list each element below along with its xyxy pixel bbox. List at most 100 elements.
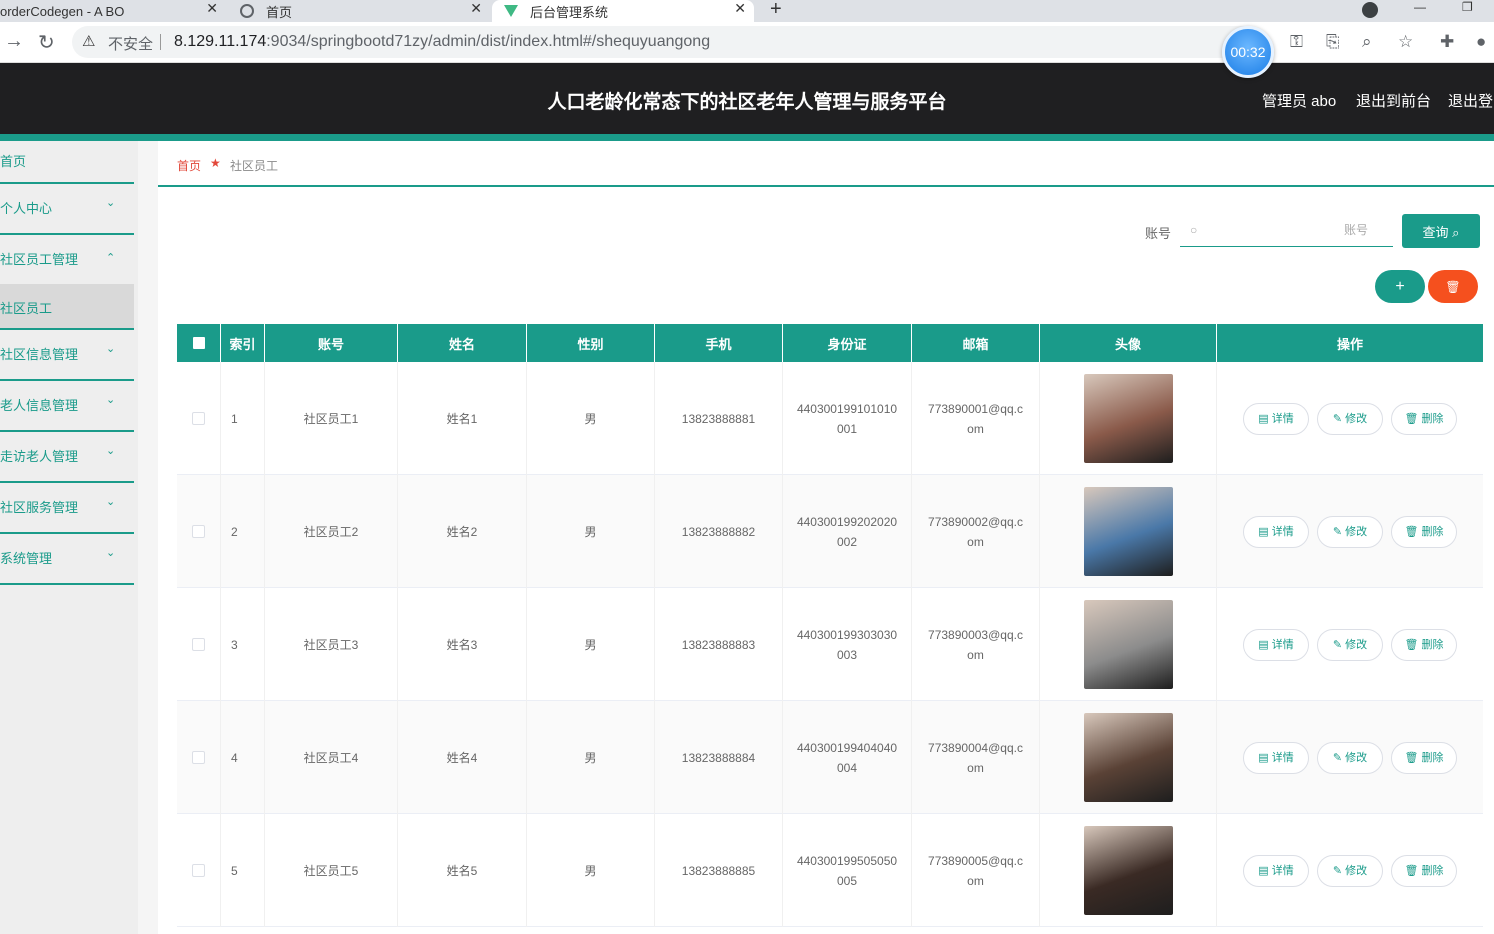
sidebar-item-profile[interactable]: 个人中心 ⌄ <box>0 184 134 235</box>
delete-button[interactable]: 🗑 删除 <box>1391 515 1457 548</box>
zoom-icon[interactable]: ⌕ <box>1362 32 1372 52</box>
recording-timer[interactable]: 00:32 <box>1222 26 1274 78</box>
add-button[interactable]: + <box>1375 270 1425 303</box>
delete-button[interactable]: 🗑 删除 <box>1391 854 1457 887</box>
row-name: 姓名2 <box>446 524 478 539</box>
row-account: 社区员工1 <box>303 411 359 426</box>
row-name: 姓名3 <box>446 637 478 652</box>
detail-button[interactable]: ▤ 详情 <box>1243 741 1309 774</box>
minimize-icon[interactable]: — <box>1414 0 1426 14</box>
column-header[interactable]: 手机 <box>655 324 783 362</box>
column-header[interactable]: 姓名 <box>398 324 527 362</box>
batch-delete-button[interactable]: 🗑 <box>1428 270 1478 303</box>
select-all-checkbox[interactable] <box>192 337 205 349</box>
row-id-card: 440300199303030 003 <box>797 625 897 665</box>
browser-tab-1[interactable]: orderCodegen - A BO ✕ <box>0 0 226 22</box>
edit-button[interactable]: ✎ 修改 <box>1317 628 1383 661</box>
detail-button[interactable]: ▤ 详情 <box>1243 854 1309 887</box>
reload-icon[interactable]: ↻ <box>38 30 55 55</box>
delete-button[interactable]: 🗑 删除 <box>1391 402 1457 435</box>
avatar[interactable] <box>1083 600 1173 689</box>
omnibox[interactable]: ⚠ 不安全 8.129.11.174:9034/springbootd71zy/… <box>72 26 1262 58</box>
id-card-line-1: 440300199202020 <box>796 514 898 529</box>
avatar[interactable] <box>1083 487 1173 576</box>
browser-tab-active[interactable]: 后台管理系统 ✕ <box>492 0 754 22</box>
profile-menu-icon[interactable] <box>1362 2 1378 18</box>
row-name: 姓名5 <box>446 863 478 878</box>
row-select-cell <box>177 814 221 927</box>
forward-icon[interactable]: → <box>4 30 24 53</box>
sidebar-item-elder-info[interactable]: 老人信息管理 ⌄ <box>0 381 134 432</box>
column-header[interactable]: 索引 <box>221 324 265 362</box>
row-checkbox[interactable] <box>192 751 205 764</box>
avatar[interactable] <box>1083 374 1173 463</box>
sidebar-item-visits[interactable]: 走访老人管理 ⌄ <box>0 432 134 483</box>
row-email: 773890005@qq.c om <box>928 851 1023 891</box>
query-button[interactable]: 查询 ⌕ <box>1402 214 1480 248</box>
edit-button[interactable]: ✎ 修改 <box>1317 854 1383 887</box>
account-icon[interactable]: ● <box>1476 32 1486 52</box>
exit-to-front-link[interactable]: 退出到前台 <box>1356 90 1431 111</box>
id-card-line-1: 440300199101010 <box>796 401 898 416</box>
breadcrumb-home[interactable]: 首页 <box>177 157 201 174</box>
actions-cell: ▤ 详情 ✎ 修改 🗑 删除 <box>1217 701 1483 814</box>
detail-button[interactable]: ▤ 详情 <box>1243 628 1309 661</box>
vue-logo-icon <box>504 5 518 17</box>
sidebar-item-services[interactable]: 社区服务管理 ⌄ <box>0 483 134 534</box>
extensions-icon[interactable]: ✚ <box>1440 32 1454 52</box>
edit-button[interactable]: ✎ 修改 <box>1317 515 1383 548</box>
bookmark-star-icon[interactable]: ☆ <box>1398 32 1413 52</box>
close-tab-icon[interactable]: ✕ <box>734 0 746 17</box>
close-tab-icon[interactable]: ✕ <box>470 0 482 17</box>
sidebar-item-label: 社区员工 <box>0 301 53 316</box>
id-card-cell: 440300199202020 002 <box>783 475 912 588</box>
row-checkbox[interactable] <box>192 864 205 877</box>
delete-button[interactable]: 🗑 删除 <box>1391 628 1457 661</box>
sidebar-item-system[interactable]: 系统管理 ⌄ <box>0 534 134 585</box>
column-header[interactable]: 邮箱 <box>912 324 1040 362</box>
detail-button[interactable]: ▤ 详情 <box>1243 515 1309 548</box>
email-line-1: 773890005@qq.c <box>928 853 1023 868</box>
insecure-label: 不安全 <box>108 36 154 53</box>
row-email: 773890003@qq.c om <box>928 625 1023 665</box>
edit-button[interactable]: ✎ 修改 <box>1317 402 1383 435</box>
chevron-up-icon: ⌃ <box>106 252 116 264</box>
sidebar-item-home[interactable]: 首页 <box>0 141 134 184</box>
row-select-cell <box>177 701 221 814</box>
name-cell: 姓名3 <box>398 588 527 701</box>
email-cell: 773890005@qq.c om <box>912 814 1040 927</box>
browser-tab-2[interactable]: 首页 ✕ <box>232 0 490 22</box>
chevron-down-icon: ⌄ <box>106 343 116 355</box>
close-tab-icon[interactable]: ✕ <box>206 0 218 17</box>
row-checkbox[interactable] <box>192 412 205 425</box>
column-header[interactable]: 操作 <box>1217 324 1483 362</box>
new-tab-icon[interactable]: + <box>770 0 782 21</box>
column-header[interactable]: 性别 <box>527 324 655 362</box>
sidebar-item-community-info[interactable]: 社区信息管理 ⌄ <box>0 330 134 381</box>
row-checkbox[interactable] <box>192 525 205 538</box>
id-card-line-1: 440300199303030 <box>796 627 898 642</box>
restore-icon[interactable]: ❐ <box>1462 0 1473 14</box>
browser-tab-bar: orderCodegen - A BO ✕ 首页 ✕ 后台管理系统 ✕ + — … <box>0 0 1494 22</box>
key-icon[interactable]: ⚿ <box>1290 32 1303 52</box>
url-text[interactable]: 8.129.11.174:9034/springbootd71zy/admin/… <box>174 33 710 51</box>
sidebar-item-label: 走访老人管理 <box>0 449 79 464</box>
column-header[interactable]: 账号 <box>265 324 398 362</box>
row-checkbox[interactable] <box>192 638 205 651</box>
translate-icon[interactable]: ⎘ <box>1326 32 1340 52</box>
logout-link[interactable]: 退出登录 <box>1448 90 1494 111</box>
delete-button[interactable]: 🗑 删除 <box>1391 741 1457 774</box>
avatar[interactable] <box>1083 826 1173 915</box>
column-header[interactable]: 身份证 <box>783 324 912 362</box>
sidebar-item-staff-management[interactable]: 社区员工管理 ⌃ <box>0 235 134 286</box>
avatar-cell <box>1040 814 1217 927</box>
row-gender: 男 <box>584 637 597 652</box>
avatar[interactable] <box>1083 713 1173 802</box>
detail-button[interactable]: ▤ 详情 <box>1243 402 1309 435</box>
sidebar-subitem-staff[interactable]: 社区员工 <box>0 284 134 330</box>
id-card-cell: 440300199404040 004 <box>783 701 912 814</box>
gender-cell: 男 <box>527 701 655 814</box>
edit-button[interactable]: ✎ 修改 <box>1317 741 1383 774</box>
search-input[interactable] <box>1210 218 1388 242</box>
column-header[interactable]: 头像 <box>1040 324 1217 362</box>
